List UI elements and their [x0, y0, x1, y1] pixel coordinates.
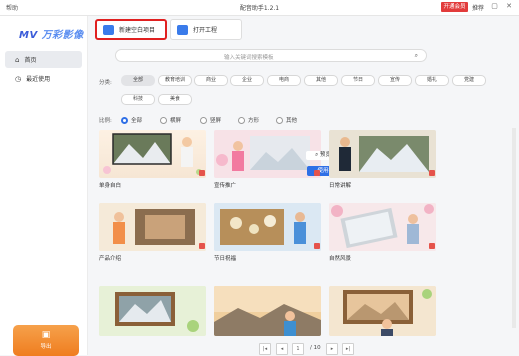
radio-dot-icon — [160, 116, 167, 124]
template-badge-icon — [314, 170, 320, 176]
search-icon[interactable]: ⌕ — [415, 52, 418, 60]
ratio-option-label: 全部 — [131, 118, 143, 124]
category-chip[interactable]: 婚礼 — [415, 75, 449, 86]
template-illustration — [329, 130, 436, 178]
ratio-option-label: 竖屏 — [210, 118, 222, 124]
radio-dot-icon — [121, 116, 128, 124]
template-name: 产品介绍 — [99, 256, 122, 262]
category-chip[interactable]: 教育培训 — [158, 75, 192, 86]
clock-icon: ◷ — [15, 74, 22, 83]
next-page-button[interactable]: ▸ — [326, 343, 338, 355]
page-number-input[interactable]: 1 — [292, 343, 304, 355]
category-chip[interactable]: 科技 — [121, 94, 155, 105]
sidebar-item-label: 最近使用 — [26, 76, 51, 83]
template-thumbnail[interactable] — [214, 130, 321, 178]
sidebar: MV 万彩影像 ⌂ 首页 ◷ 最近使用 ▣ 导出 — [0, 16, 88, 356]
vertical-scrollbar[interactable] — [512, 128, 516, 328]
page-total: / 10 — [310, 345, 321, 351]
home-icon: ⌂ — [15, 55, 20, 64]
ratio-filter-label: 比例: — [99, 118, 112, 124]
template-badge-icon — [199, 243, 205, 249]
ratio-option-label: 横屏 — [170, 118, 182, 124]
category-chip[interactable]: 美食 — [158, 94, 192, 105]
template-thumbnail[interactable] — [214, 203, 321, 251]
logo-main: MV — [19, 30, 38, 41]
template-badge-icon — [199, 170, 205, 176]
category-chip[interactable]: 全部 — [121, 75, 155, 86]
template-thumbnail[interactable] — [214, 286, 321, 336]
template-illustration — [214, 130, 321, 178]
logo-sub: 万彩影像 — [41, 30, 84, 41]
category-label: 分类: — [99, 80, 112, 86]
sidebar-item-recent[interactable]: ◷ 最近使用 — [5, 70, 82, 87]
template-thumbnail[interactable] — [99, 286, 206, 336]
template-illustration — [329, 203, 436, 251]
folder-icon — [177, 24, 188, 35]
category-chip[interactable]: 电商 — [267, 75, 301, 86]
prev-page-button[interactable]: ◂ — [276, 343, 288, 355]
category-chip[interactable]: 宣传 — [378, 75, 412, 86]
ratio-option[interactable]: 横屏 — [160, 116, 181, 124]
export-button[interactable]: ▣ 导出 — [13, 325, 79, 356]
category-chip[interactable]: 商业 — [194, 75, 228, 86]
first-page-button[interactable]: |◂ — [259, 343, 271, 355]
template-badge-icon — [429, 170, 435, 176]
sidebar-item-home[interactable]: ⌂ 首页 — [5, 51, 82, 68]
new-project-button[interactable]: 新建空白项目 — [95, 19, 167, 40]
template-illustration — [214, 286, 321, 336]
title-bar: 帮助 配音助手1.2.1 开通会员 推荐 — ▢ ✕ — [0, 0, 519, 16]
export-label: 导出 — [40, 344, 52, 350]
template-name: 自然风景 — [329, 256, 352, 262]
category-chip[interactable]: 企业 — [230, 75, 264, 86]
open-project-label: 打开工程 — [193, 27, 218, 34]
template-illustration — [103, 133, 202, 175]
ratio-option[interactable]: 竖屏 — [200, 116, 221, 124]
template-illustration — [99, 203, 206, 251]
template-name: 宣传推广 — [214, 183, 237, 189]
radio-dot-icon — [200, 116, 207, 124]
template-illustration — [99, 286, 206, 336]
new-project-label: 新建空白项目 — [119, 27, 156, 34]
template-thumbnail[interactable] — [99, 203, 206, 251]
template-thumbnail[interactable] — [329, 203, 436, 251]
template-illustration — [214, 203, 321, 251]
main-content: 新建空白项目 打开工程 输入关键词搜索模板 ⌕ 分类: 全部 教育培训 商业 企… — [88, 16, 519, 355]
last-page-button[interactable]: ▸| — [342, 343, 354, 355]
template-thumbnail[interactable] — [329, 286, 436, 336]
radio-dot-icon — [276, 116, 283, 124]
category-chip[interactable]: 党建 — [452, 75, 486, 86]
ratio-option[interactable]: 方形 — [238, 116, 259, 124]
search-placeholder: 输入关键词搜索模板 — [224, 55, 274, 61]
open-project-button[interactable]: 打开工程 — [170, 19, 242, 40]
ratio-option-label: 其他 — [286, 118, 298, 124]
category-chip[interactable]: 节日 — [341, 75, 375, 86]
template-thumbnail[interactable] — [99, 130, 206, 178]
template-name: 单身自白 — [99, 183, 122, 189]
template-name: 节日祝福 — [214, 256, 237, 262]
radio-dot-icon — [238, 116, 245, 124]
template-illustration — [329, 286, 436, 336]
search-input[interactable]: 输入关键词搜索模板 ⌕ — [115, 49, 427, 62]
ratio-option-label: 方形 — [248, 118, 260, 124]
category-chip[interactable]: 其他 — [304, 75, 338, 86]
sidebar-item-label: 首页 — [24, 57, 37, 64]
ratio-option[interactable]: 其他 — [276, 116, 297, 124]
new-project-icon — [103, 24, 114, 35]
template-badge-icon — [314, 243, 320, 249]
template-name: 日常讲解 — [329, 183, 352, 189]
app-logo: MV 万彩影像 — [19, 26, 84, 41]
upgrade-button[interactable]: 开通会员 — [441, 2, 468, 12]
export-icon: ▣ — [41, 330, 51, 340]
window-controls[interactable]: — ▢ ✕ — [476, 2, 515, 10]
template-thumbnail[interactable] — [329, 130, 436, 178]
ratio-option[interactable]: 全部 — [121, 116, 142, 124]
template-badge-icon — [429, 243, 435, 249]
